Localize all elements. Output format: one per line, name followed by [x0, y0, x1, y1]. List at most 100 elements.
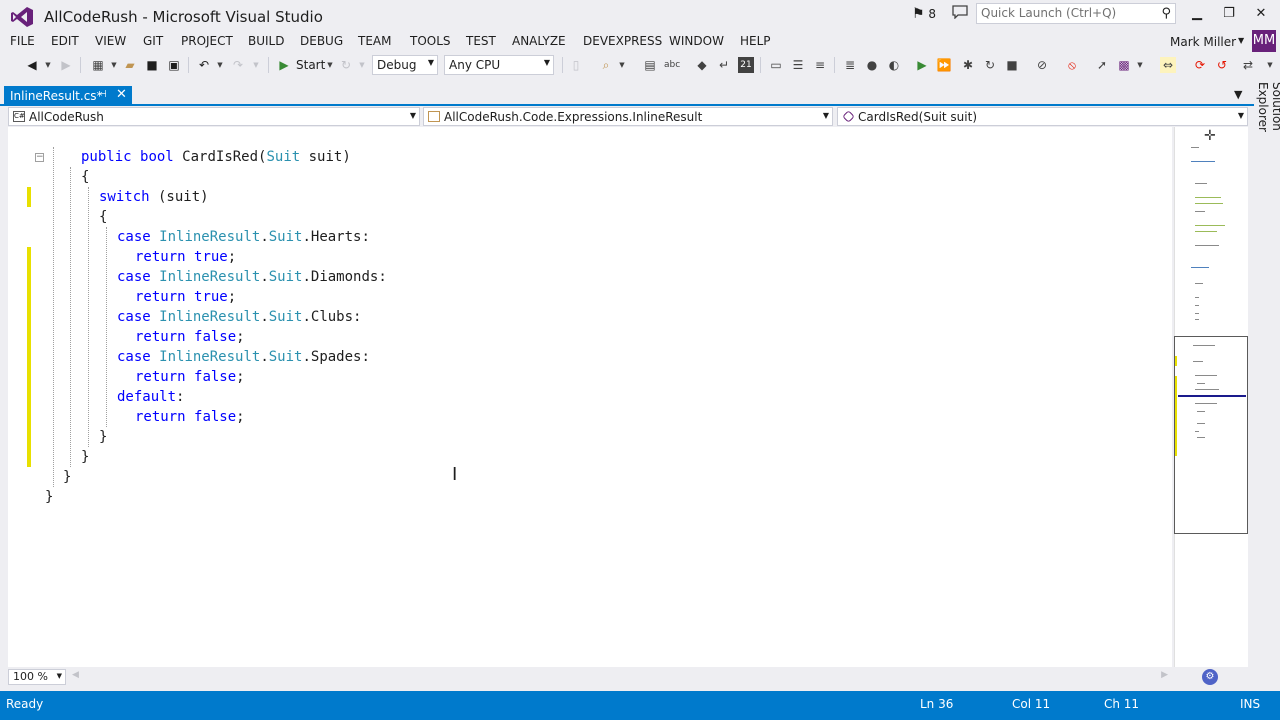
code-line-return-true: return true;	[135, 289, 237, 305]
menu-team[interactable]: TEAM	[358, 34, 391, 48]
new-project-dropdown-icon[interactable]: ▼	[106, 57, 122, 73]
speech-icon[interactable]: ●	[864, 57, 880, 73]
save-all-icon[interactable]: ▣	[166, 57, 182, 73]
format-icon[interactable]: ▭	[768, 57, 784, 73]
search-icon[interactable]: ⚲	[1161, 6, 1171, 21]
window-title: AllCodeRush - Microsoft Visual Studio	[44, 8, 323, 26]
align-icon[interactable]: ≣	[842, 57, 858, 73]
menu-devexpress[interactable]: DEVEXPRESS	[583, 34, 662, 48]
code-editor[interactable]: − public bool CardIsRed(Suit suit) { swi…	[8, 127, 1172, 667]
document-outline-icon[interactable]: ▤	[642, 57, 658, 73]
platform-select[interactable]: Any CPU ▼	[444, 55, 554, 75]
scroll-right-icon[interactable]: ▶	[1161, 670, 1168, 680]
code-line-case-diamonds: case InlineResult.Suit.Diamonds:	[117, 269, 387, 285]
user-menu-chevron-icon[interactable]: ▼	[1238, 36, 1244, 45]
minimap-viewport[interactable]	[1174, 336, 1248, 534]
redo-dropdown-icon[interactable]: ▼	[248, 57, 264, 73]
configuration-select[interactable]: Debug ▼	[372, 55, 438, 75]
toolbar-overflow-icon[interactable]: ▼	[1262, 57, 1278, 73]
split-window-icon[interactable]: ✛	[1204, 128, 1216, 144]
notifications-button[interactable]: ⚑ 8	[912, 6, 936, 22]
menu-git[interactable]: GIT	[143, 34, 163, 48]
save-icon[interactable]: ■	[144, 57, 160, 73]
start-button-label[interactable]: Start	[296, 58, 325, 72]
refactor-dropdown-icon[interactable]: ▼	[1132, 57, 1148, 73]
stop-icon[interactable]: ■	[1004, 57, 1020, 73]
undo-icon[interactable]: ↶	[196, 57, 212, 73]
restart-icon[interactable]: ↻	[982, 57, 998, 73]
zoom-select[interactable]: 100 % ▼	[8, 669, 66, 685]
flag-icon: ⚑	[912, 6, 925, 22]
menu-help[interactable]: HELP	[740, 34, 771, 48]
find-dropdown-icon[interactable]: ▼	[614, 57, 630, 73]
open-file-icon[interactable]: ▰	[122, 57, 138, 73]
sync-icon[interactable]: ⟳	[1192, 57, 1208, 73]
outline-icon[interactable]: ◐	[886, 57, 902, 73]
find-symbol-icon[interactable]: ⌕	[598, 57, 614, 73]
redo-icon[interactable]: ↷	[230, 57, 246, 73]
tab-list-dropdown-icon[interactable]: ▼	[1234, 88, 1242, 101]
close-window-button[interactable]: ✕	[1246, 4, 1276, 24]
pin-icon[interactable]: ⊣	[98, 89, 107, 100]
highlight-icon[interactable]: ⇔	[1160, 57, 1176, 73]
pointer-icon[interactable]: ➚	[1094, 57, 1110, 73]
menu-window[interactable]: WINDOW	[669, 34, 724, 48]
start-debugging-icon[interactable]: ▶	[276, 57, 292, 73]
coderush-gear-icon[interactable]: ⚙	[1202, 669, 1218, 685]
menu-view[interactable]: VIEW	[95, 34, 126, 48]
change-marker	[27, 187, 31, 207]
horizontal-scrollbar[interactable]: ◀ ▶	[68, 669, 1172, 685]
find-in-files-icon[interactable]: ▯	[568, 57, 584, 73]
back-dropdown-icon[interactable]: ▼	[40, 57, 56, 73]
comment-out-icon[interactable]: ☰	[790, 57, 806, 73]
spell-check-icon[interactable]: abc	[664, 57, 680, 73]
refresh-icon[interactable]: ↻	[338, 57, 354, 73]
close-icon[interactable]: ✕	[116, 87, 127, 102]
collapse-region-icon[interactable]: −	[35, 153, 44, 162]
navigate-back-icon[interactable]: ◀	[24, 57, 40, 73]
maximize-button[interactable]: ❐	[1214, 4, 1244, 24]
new-project-icon[interactable]: ▦	[90, 57, 106, 73]
line-number-icon[interactable]: 21	[738, 57, 754, 73]
tab-inlineresult[interactable]: InlineResult.cs* ⊣ ✕	[4, 86, 132, 106]
project-navigation-select[interactable]: C# AllCodeRush ▼	[8, 107, 420, 126]
menu-analyze[interactable]: ANALYZE	[512, 34, 566, 48]
uncomment-icon[interactable]: ≡	[812, 57, 828, 73]
return-icon[interactable]: ↵	[716, 57, 732, 73]
solution-explorer-side-tab[interactable]: Solution Explorer	[1254, 82, 1280, 182]
menu-debug[interactable]: DEBUG	[300, 34, 343, 48]
menu-project[interactable]: PROJECT	[181, 34, 233, 48]
avatar[interactable]: MM	[1252, 30, 1276, 52]
project-value: AllCodeRush	[29, 110, 104, 124]
refresh-dropdown-icon[interactable]: ▼	[354, 57, 370, 73]
menu-edit[interactable]: EDIT	[51, 34, 79, 48]
run-icon[interactable]: ▶	[914, 57, 930, 73]
bug-icon[interactable]: ✱	[960, 57, 976, 73]
type-navigation-select[interactable]: AllCodeRush.Code.Expressions.InlineResul…	[423, 107, 833, 126]
no-entry-icon[interactable]: ⦸	[1064, 57, 1080, 73]
attach-icon[interactable]: ⊘	[1034, 57, 1050, 73]
user-name[interactable]: Mark Miller	[1170, 35, 1236, 49]
scroll-left-icon[interactable]: ◀	[72, 670, 79, 680]
navigate-forward-icon[interactable]: ▶	[58, 57, 74, 73]
minimize-button[interactable]: ▁	[1182, 4, 1212, 24]
start-dropdown-icon[interactable]: ▼	[322, 57, 338, 73]
code-line-return-false: return false;	[135, 409, 245, 425]
reload-icon[interactable]: ↺	[1214, 57, 1230, 73]
minimap-line	[1195, 183, 1207, 184]
indent-guide	[70, 167, 71, 467]
feedback-icon[interactable]	[952, 5, 968, 19]
toolbar-options-icon[interactable]: ⇄	[1240, 57, 1256, 73]
menu-test[interactable]: TEST	[466, 34, 496, 48]
menu-file[interactable]: FILE	[10, 34, 35, 48]
code-line-open-brace: {	[99, 209, 108, 225]
erase-icon[interactable]: ◆	[694, 57, 710, 73]
quick-launch-input[interactable]: Quick Launch (Ctrl+Q) ⚲	[976, 3, 1176, 24]
member-navigation-select[interactable]: CardIsRed(Suit suit) ▼	[837, 107, 1248, 126]
undo-dropdown-icon[interactable]: ▼	[212, 57, 228, 73]
run-all-icon[interactable]: ⏩	[936, 57, 952, 73]
menu-build[interactable]: BUILD	[248, 34, 284, 48]
menu-tools[interactable]: TOOLS	[410, 34, 451, 48]
status-text: Ready	[6, 697, 44, 711]
refactor-icon[interactable]: ▩	[1116, 57, 1132, 73]
